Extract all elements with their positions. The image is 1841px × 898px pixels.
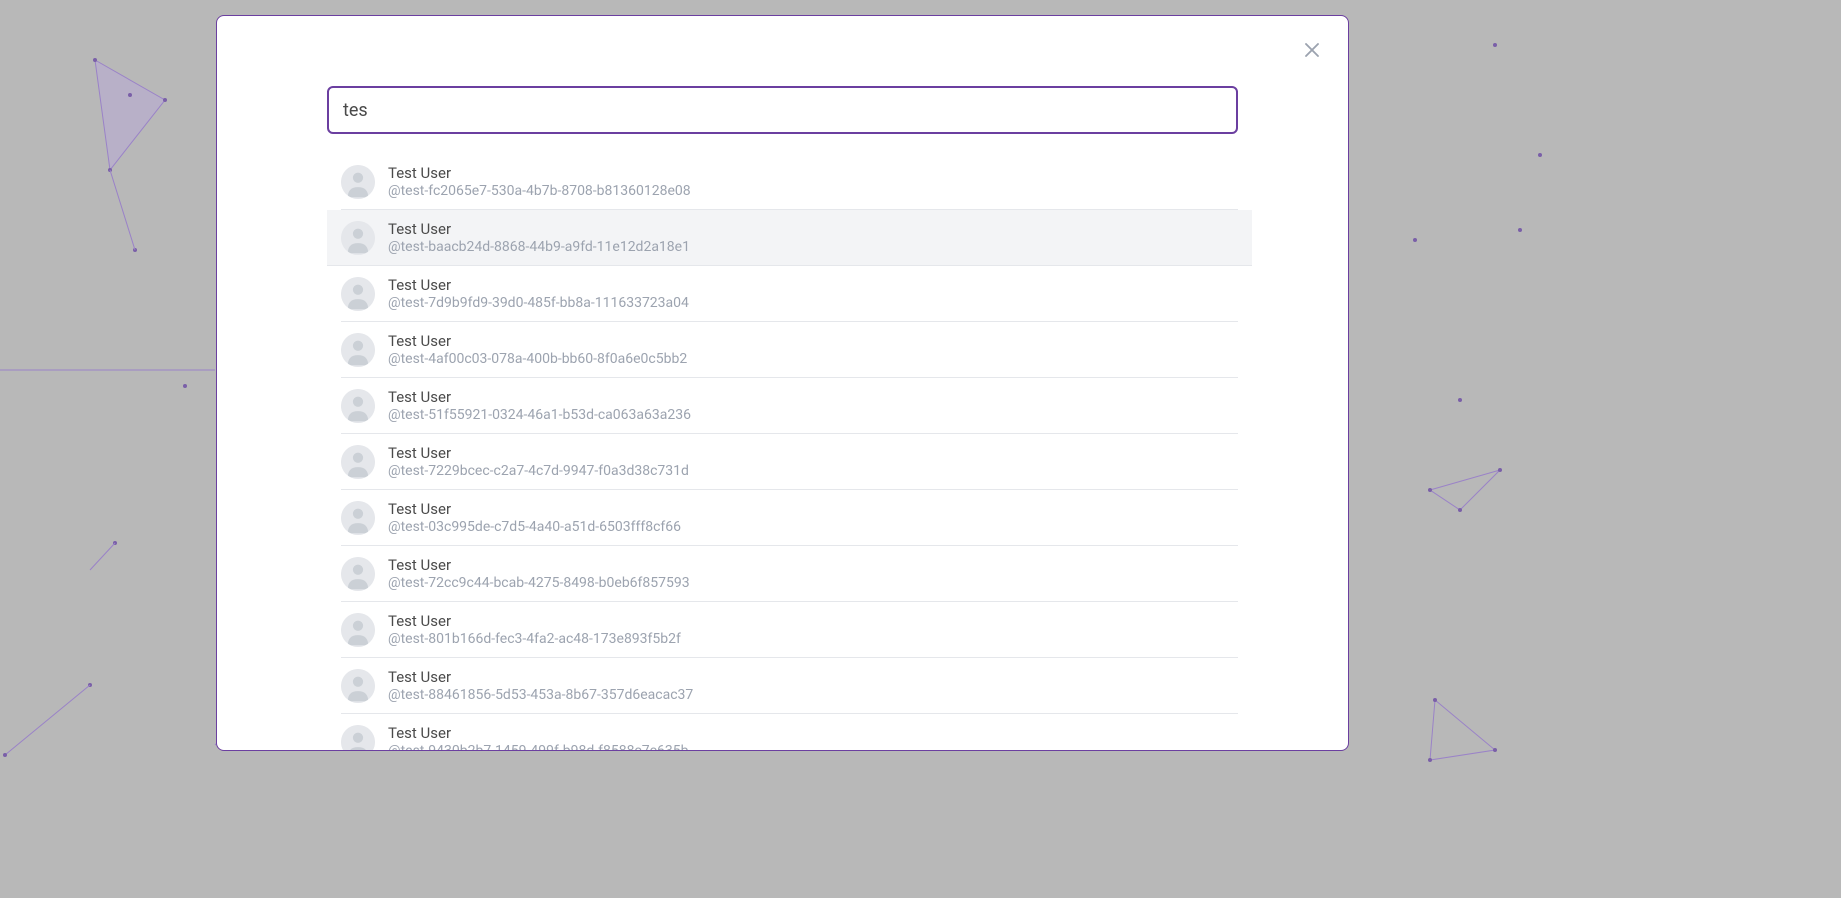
avatar <box>341 333 375 367</box>
result-handle: @test-03c995de-c7d5-4a40-a51d-6503fff8cf… <box>388 519 681 535</box>
result-handle: @test-51f55921-0324-46a1-b53d-ca063a63a2… <box>388 407 691 423</box>
results-container[interactable]: Test User@test-fc2065e7-530a-4b7b-8708-b… <box>217 154 1348 750</box>
result-text: Test User@test-4af00c03-078a-400b-bb60-8… <box>388 332 687 367</box>
result-item[interactable]: Test User@test-51f55921-0324-46a1-b53d-c… <box>341 378 1238 434</box>
result-text: Test User@test-88461856-5d53-453a-8b67-3… <box>388 668 693 703</box>
result-item[interactable]: Test User@test-fc2065e7-530a-4b7b-8708-b… <box>341 154 1238 210</box>
result-name: Test User <box>388 276 689 294</box>
result-handle: @test-72cc9c44-bcab-4275-8498-b0eb6f8575… <box>388 575 690 591</box>
avatar <box>341 669 375 703</box>
result-item[interactable]: Test User@test-801b166d-fec3-4fa2-ac48-1… <box>341 602 1238 658</box>
result-text: Test User@test-9430b2b7-1459-499f-b98d-f… <box>388 724 688 750</box>
result-handle: @test-9430b2b7-1459-499f-b98d-f8588c7c63… <box>388 743 688 750</box>
result-item[interactable]: Test User@test-4af00c03-078a-400b-bb60-8… <box>341 322 1238 378</box>
result-handle: @test-4af00c03-078a-400b-bb60-8f0a6e0c5b… <box>388 351 687 367</box>
result-handle: @test-fc2065e7-530a-4b7b-8708-b81360128e… <box>388 183 691 199</box>
result-name: Test User <box>388 388 691 406</box>
results-list: Test User@test-fc2065e7-530a-4b7b-8708-b… <box>327 154 1238 750</box>
result-name: Test User <box>388 332 687 350</box>
result-handle: @test-baacb24d-8868-44b9-a9fd-11e12d2a18… <box>388 239 690 255</box>
result-text: Test User@test-baacb24d-8868-44b9-a9fd-1… <box>388 220 690 255</box>
result-item[interactable]: Test User@test-03c995de-c7d5-4a40-a51d-6… <box>341 490 1238 546</box>
result-name: Test User <box>388 444 689 462</box>
avatar <box>341 445 375 479</box>
result-handle: @test-7229bcec-c2a7-4c7d-9947-f0a3d38c73… <box>388 463 689 479</box>
avatar <box>341 389 375 423</box>
avatar <box>341 221 375 255</box>
result-item[interactable]: Test User@test-9430b2b7-1459-499f-b98d-f… <box>341 714 1238 750</box>
result-handle: @test-7d9b9fd9-39d0-485f-bb8a-111633723a… <box>388 295 689 311</box>
result-handle: @test-88461856-5d53-453a-8b67-357d6eacac… <box>388 687 693 703</box>
result-item[interactable]: Test User@test-7229bcec-c2a7-4c7d-9947-f… <box>341 434 1238 490</box>
result-text: Test User@test-51f55921-0324-46a1-b53d-c… <box>388 388 691 423</box>
result-name: Test User <box>388 724 688 742</box>
result-text: Test User@test-7229bcec-c2a7-4c7d-9947-f… <box>388 444 689 479</box>
result-item[interactable]: Test User@test-72cc9c44-bcab-4275-8498-b… <box>341 546 1238 602</box>
result-item[interactable]: Test User@test-baacb24d-8868-44b9-a9fd-1… <box>327 210 1252 266</box>
close-button[interactable] <box>1300 38 1324 62</box>
result-item[interactable]: Test User@test-7d9b9fd9-39d0-485f-bb8a-1… <box>341 266 1238 322</box>
result-handle: @test-801b166d-fec3-4fa2-ac48-173e893f5b… <box>388 631 681 647</box>
result-text: Test User@test-72cc9c44-bcab-4275-8498-b… <box>388 556 690 591</box>
avatar <box>341 613 375 647</box>
avatar <box>341 725 375 751</box>
avatar <box>341 277 375 311</box>
avatar <box>341 501 375 535</box>
search-input[interactable] <box>327 86 1238 134</box>
search-container <box>217 16 1348 154</box>
result-text: Test User@test-801b166d-fec3-4fa2-ac48-1… <box>388 612 681 647</box>
result-name: Test User <box>388 220 690 238</box>
result-name: Test User <box>388 556 690 574</box>
avatar <box>341 557 375 591</box>
result-item[interactable]: Test User@test-88461856-5d53-453a-8b67-3… <box>341 658 1238 714</box>
result-text: Test User@test-7d9b9fd9-39d0-485f-bb8a-1… <box>388 276 689 311</box>
avatar <box>341 165 375 199</box>
result-name: Test User <box>388 668 693 686</box>
result-text: Test User@test-03c995de-c7d5-4a40-a51d-6… <box>388 500 681 535</box>
close-icon <box>1303 41 1321 59</box>
result-name: Test User <box>388 612 681 630</box>
result-name: Test User <box>388 500 681 518</box>
result-name: Test User <box>388 164 691 182</box>
search-modal: Test User@test-fc2065e7-530a-4b7b-8708-b… <box>216 15 1349 751</box>
result-text: Test User@test-fc2065e7-530a-4b7b-8708-b… <box>388 164 691 199</box>
